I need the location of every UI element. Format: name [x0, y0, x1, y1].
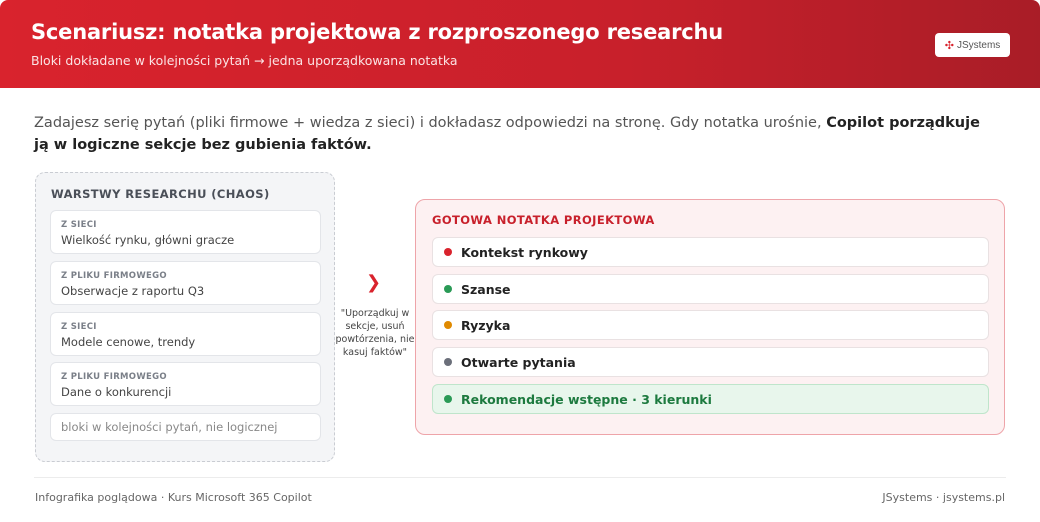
note-section-row: Ryzyka: [432, 310, 989, 340]
bullet-dot-icon: [444, 285, 452, 293]
final-note-panel: GOTOWA NOTATKA PROJEKTOWA Kontekst rynko…: [415, 199, 1005, 435]
source-text: Dane o konkurencji: [61, 385, 172, 399]
note-section-label: Rekomendacje wstępne · 3 kierunki: [461, 391, 712, 407]
note-section-row: Kontekst rynkowy: [432, 237, 989, 267]
footer-caption: Infografika poglądowa · Kurs Microsoft 3…: [35, 491, 312, 504]
footer-divider: [34, 477, 1006, 478]
logo-text: JSystems: [956, 39, 1001, 51]
chevron-right-icon: ❯: [366, 272, 382, 293]
source-card: Z SIECI Modele cenowe, trendy: [50, 312, 321, 356]
source-tag: Z PLIKU FIRMOWEGO: [61, 271, 167, 281]
note-section-label: Kontekst rynkowy: [461, 244, 588, 260]
jsystems-logo: ✣ JSystems: [935, 33, 1010, 57]
source-tag: Z PLIKU FIRMOWEGO: [61, 372, 167, 382]
bullet-dot-icon: [444, 395, 452, 403]
source-card: Z PLIKU FIRMOWEGO Dane o konkurencji: [50, 362, 321, 406]
note-section-label: Szanse: [461, 281, 511, 297]
copilot-prompt: "Uporządkuj w sekcje, usuń powtórzenia, …: [335, 308, 415, 358]
research-layers-panel: WARSTWY RESEARCHU (CHAOS) Z SIECI Wielko…: [35, 172, 335, 462]
page-subtitle: Bloki dokładane w kolejności pytań → jed…: [31, 53, 458, 68]
recommendation-row: Rekomendacje wstępne · 3 kierunki: [432, 384, 989, 414]
final-note-title: GOTOWA NOTATKA PROJEKTOWA: [432, 213, 655, 227]
footer-brand: JSystems · jsystems.pl: [882, 491, 1005, 504]
source-text: Obserwacje z raportu Q3: [61, 284, 205, 298]
note-section-row: Otwarte pytania: [432, 347, 989, 377]
bullet-dot-icon: [444, 248, 452, 256]
page-title: Scenariusz: notatka projektowa z rozpros…: [31, 20, 724, 44]
bullet-dot-icon: [444, 358, 452, 366]
order-note: bloki w kolejności pytań, nie logicznej: [50, 413, 321, 441]
note-section-label: Ryzyka: [461, 317, 511, 333]
logo-mark-icon: ✣: [944, 39, 954, 52]
source-tag: Z SIECI: [61, 322, 97, 332]
source-card: Z PLIKU FIRMOWEGO Obserwacje z raportu Q…: [50, 261, 321, 305]
source-card: Z SIECI Wielkość rynku, główni gracze: [50, 210, 321, 254]
note-section-row: Szanse: [432, 274, 989, 304]
source-text: Wielkość rynku, główni gracze: [61, 233, 235, 247]
source-text: Modele cenowe, trendy: [61, 335, 196, 349]
intro-regular: Zadajesz serię pytań (pliki firmowe + wi…: [34, 115, 827, 131]
intro-text: Zadajesz serię pytań (pliki firmowe + wi…: [34, 112, 994, 156]
header-banner: Scenariusz: notatka projektowa z rozpros…: [0, 0, 1040, 88]
research-panel-title: WARSTWY RESEARCHU (CHAOS): [51, 187, 270, 201]
source-tag: Z SIECI: [61, 220, 97, 230]
note-section-label: Otwarte pytania: [461, 354, 576, 370]
bullet-dot-icon: [444, 321, 452, 329]
